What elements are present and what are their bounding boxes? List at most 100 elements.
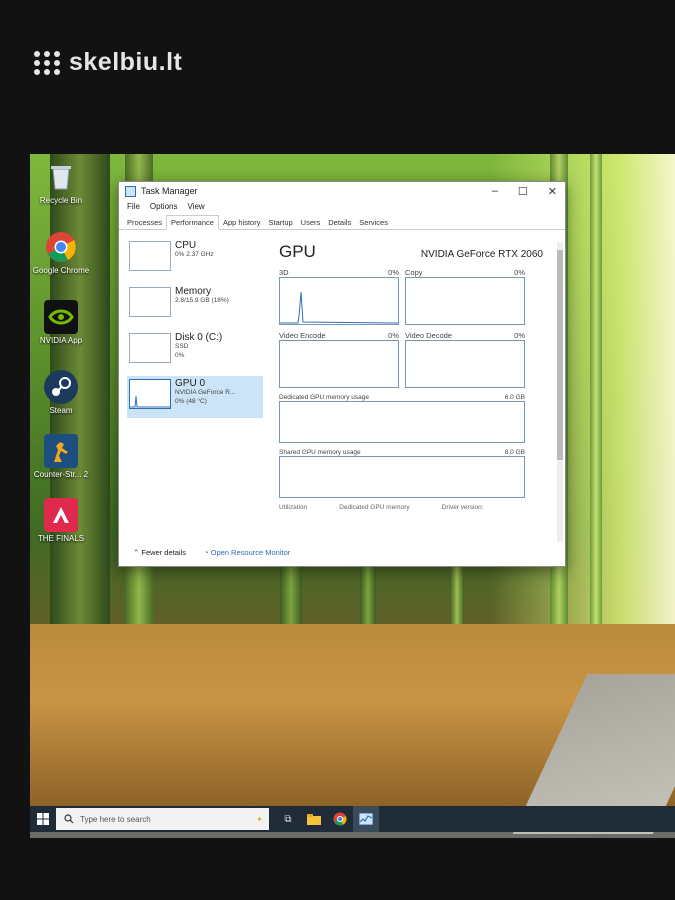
stat-header: Utilization	[279, 504, 308, 511]
bamboo-stalk	[590, 154, 602, 674]
tab-services[interactable]: Services	[355, 216, 392, 229]
task-manager-icon	[125, 185, 136, 197]
graph-label[interactable]: Copy	[405, 268, 423, 277]
taskbar: Type here to search ✦ ⧉	[30, 806, 675, 832]
nvidia-icon	[44, 300, 78, 334]
dedicated-memory-label: Dedicated GPU memory usage	[279, 394, 369, 401]
graph-label[interactable]: Video Decode	[405, 331, 452, 340]
resource-disk[interactable]: Disk 0 (C:) SSD 0%	[127, 330, 263, 372]
desktop-icon-steam[interactable]: Steam	[30, 370, 92, 415]
task-manager-icon	[359, 813, 373, 825]
resource-detail: 2.8/15.9 GB (18%)	[175, 297, 229, 304]
menu-bar: File Options View	[119, 200, 565, 213]
graph-value: 0%	[388, 268, 399, 277]
gpu-detail-pane: GPU NVIDIA GeForce RTX 2060 3D 0% Copy 0% …	[279, 242, 543, 542]
gpu-title: GPU	[279, 242, 316, 261]
resource-detail: 0% 2.37 GHz	[175, 251, 214, 258]
resource-gpu[interactable]: GPU 0 NVIDIA GeForce R... 0% (48 °C)	[127, 376, 263, 418]
tab-performance[interactable]: Performance	[166, 215, 219, 230]
watermark-text: skelbiu.lt	[69, 48, 183, 76]
desktop-icon-recycle-bin[interactable]: Recycle Bin	[30, 160, 92, 205]
resource-memory[interactable]: Memory 2.8/15.9 GB (18%)	[127, 284, 263, 326]
resource-detail: SSD	[175, 343, 189, 350]
window-title: Task Manager	[141, 186, 198, 196]
gpu-model: NVIDIA GeForce RTX 2060	[420, 249, 543, 260]
steam-icon	[44, 370, 78, 404]
counter-strike-icon	[44, 434, 78, 468]
dedicated-memory-max: 6.0 GB	[504, 394, 525, 401]
tab-processes[interactable]: Processes	[123, 216, 166, 229]
dedicated-memory-graph	[279, 401, 525, 443]
chrome-icon	[44, 230, 78, 264]
the-finals-icon	[44, 498, 78, 532]
taskbar-search-box[interactable]: Type here to search ✦	[56, 808, 269, 830]
task-manager-taskbar-button[interactable]	[353, 806, 379, 832]
folder-icon	[307, 813, 321, 825]
desktop-icon-label: Recycle Bin	[39, 196, 83, 205]
minimize-button[interactable]: –	[492, 185, 498, 198]
graph-video-encode	[279, 340, 399, 388]
tab-details[interactable]: Details	[324, 216, 355, 229]
graph-value: 0%	[388, 331, 399, 340]
desktop-icon-label: THE FINALS	[37, 534, 85, 543]
desktop-icon-nvidia[interactable]: NVIDIA App	[30, 300, 92, 345]
windows-logo-icon	[37, 813, 49, 825]
graph-video-decode	[405, 340, 525, 388]
open-resource-monitor-label: Open Resource Monitor	[210, 548, 291, 557]
shared-memory-graph	[279, 456, 525, 498]
stat-header: Driver version:	[441, 504, 484, 511]
desktop-icon-label: Steam	[49, 406, 73, 415]
task-manager-window: Task Manager – ☐ ✕ File Options View Pro…	[118, 181, 566, 567]
disk-thumbnail-graph	[129, 333, 171, 363]
chevron-up-icon: ⌃	[133, 548, 140, 557]
task-view-button[interactable]: ⧉	[275, 806, 301, 832]
shared-memory-label: Shared GPU memory usage	[279, 449, 361, 456]
tab-app-history[interactable]: App history	[219, 216, 265, 229]
scrollbar-thumb[interactable]	[557, 250, 563, 460]
chrome-icon	[333, 812, 347, 826]
menu-file[interactable]: File	[127, 202, 140, 211]
scrollbar[interactable]	[557, 242, 563, 542]
recycle-bin-icon	[44, 160, 78, 194]
fewer-details-label: Fewer details	[141, 548, 186, 557]
chrome-taskbar-button[interactable]	[327, 806, 353, 832]
file-explorer-button[interactable]	[301, 806, 327, 832]
memory-thumbnail-graph	[129, 287, 171, 317]
start-button[interactable]	[30, 806, 56, 832]
resource-detail: 0%	[175, 352, 185, 359]
resource-name: CPU	[175, 240, 197, 251]
cpu-thumbnail-graph	[129, 241, 171, 271]
open-resource-monitor-link[interactable]: ◔ Open Resource Monitor	[204, 548, 290, 557]
tab-startup[interactable]: Startup	[264, 216, 296, 229]
graph-3d	[279, 277, 399, 325]
tab-users[interactable]: Users	[297, 216, 325, 229]
resource-detail: 0% (48 °C)	[175, 398, 207, 405]
fewer-details-button[interactable]: ⌃ Fewer details	[133, 548, 186, 557]
resource-cpu[interactable]: CPU 0% 2.37 GHz	[127, 238, 263, 280]
resource-name: Memory	[175, 286, 212, 297]
watermark: skelbiu.lt	[34, 48, 182, 77]
resource-detail: NVIDIA GeForce R...	[175, 389, 236, 396]
footer: ⌃ Fewer details ◔ Open Resource Monitor	[133, 548, 290, 557]
window-controls: – ☐ ✕	[492, 185, 557, 198]
graph-label[interactable]: Video Encode	[279, 331, 326, 340]
desktop-icon-label: NVIDIA App	[39, 336, 83, 345]
search-icon	[64, 814, 74, 824]
watermark-logo-icon	[34, 50, 61, 75]
resource-monitor-icon: ◔	[204, 548, 209, 557]
menu-view[interactable]: View	[187, 202, 204, 211]
menu-options[interactable]: Options	[150, 202, 178, 211]
desktop-icon-the-finals[interactable]: THE FINALS	[30, 498, 92, 543]
close-button[interactable]: ✕	[548, 185, 557, 198]
maximize-button[interactable]: ☐	[518, 185, 528, 198]
desktop-icon-label: Google Chrome	[32, 266, 90, 275]
desktop-icon-label: Counter-Str... 2	[33, 470, 89, 479]
graph-copy	[405, 277, 525, 325]
desktop-icon-counter-strike[interactable]: Counter-Str... 2	[30, 434, 92, 479]
resource-list: CPU 0% 2.37 GHz Memory 2.8/15.9 GB (18%)…	[127, 238, 263, 538]
desktop-icon-chrome[interactable]: Google Chrome	[30, 230, 92, 275]
resource-name: GPU 0	[175, 378, 206, 389]
graph-label[interactable]: 3D	[279, 268, 289, 277]
shared-memory-max: 8.0 GB	[504, 449, 525, 456]
search-placeholder: Type here to search	[80, 814, 151, 824]
